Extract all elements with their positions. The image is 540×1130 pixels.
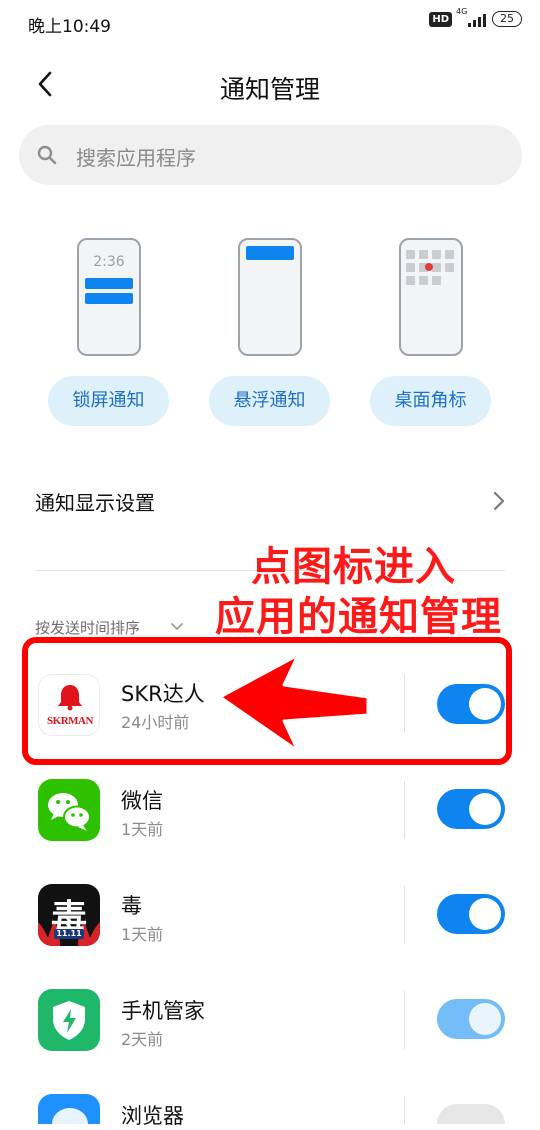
app-name: 手机管家 — [121, 999, 205, 1023]
search-input[interactable]: 搜索应用程序 — [19, 125, 522, 185]
search-placeholder: 搜索应用程序 — [76, 146, 196, 170]
app-time: 1天前 — [121, 820, 164, 839]
app-time: 2天前 — [121, 1030, 164, 1049]
annotation-line-2: 应用的通知管理 — [215, 594, 502, 640]
wechat-app-icon[interactable] — [38, 779, 100, 841]
status-time: 晚上10:49 — [28, 17, 111, 37]
app-name: 浏览器 — [121, 1104, 184, 1128]
du-app-icon[interactable]: 毒 11.11 — [38, 884, 100, 946]
lockscreen-preview-icon[interactable]: 2:36 — [77, 238, 141, 356]
separator — [404, 886, 405, 944]
floating-notification-button[interactable]: 悬浮通知 — [209, 376, 330, 426]
chevron-right-icon[interactable] — [492, 490, 506, 512]
separator — [404, 991, 405, 1049]
app-grid — [406, 250, 458, 285]
signal-icon: 4G — [456, 7, 486, 27]
status-icons: HD 4G 25 — [429, 7, 522, 27]
badge-preview-icon[interactable] — [399, 238, 463, 356]
lockscreen-notification-button[interactable]: 锁屏通知 — [48, 376, 169, 426]
toggle-knob — [469, 1003, 501, 1035]
notification-bar — [85, 293, 133, 304]
status-bar: 晚上10:49 HD 4G 25 — [0, 0, 540, 44]
sort-label[interactable]: 按发送时间排序 — [35, 617, 140, 638]
app-name: 微信 — [121, 789, 163, 813]
toggle-knob — [469, 793, 501, 825]
badge-dot-icon — [425, 263, 433, 271]
red-arrow-icon — [218, 653, 370, 753]
du-badge: 11.11 — [54, 929, 84, 939]
separator — [404, 781, 405, 839]
floating-bar — [246, 246, 294, 260]
toggle-knob — [469, 898, 501, 930]
security-notification-toggle[interactable] — [437, 999, 505, 1039]
shield-icon — [53, 1001, 85, 1040]
battery-icon: 25 — [492, 11, 522, 27]
security-app-icon[interactable] — [38, 989, 100, 1051]
browser-globe-icon — [52, 1108, 88, 1124]
badge-notification-button[interactable]: 桌面角标 — [370, 376, 491, 426]
page-title: 通知管理 — [219, 75, 320, 104]
preview-time: 2:36 — [93, 254, 125, 270]
browser-app-icon[interactable] — [38, 1094, 100, 1124]
sort-chevron-icon[interactable] — [170, 622, 184, 632]
wechat-notification-toggle[interactable] — [437, 789, 505, 829]
search-icon — [37, 145, 57, 165]
hd-icon: HD — [429, 11, 452, 27]
floating-preview-icon[interactable] — [238, 238, 302, 356]
notification-bar — [85, 278, 133, 289]
app-name: 毒 — [121, 894, 142, 918]
du-notification-toggle[interactable] — [437, 894, 505, 934]
wechat-bubbles-icon — [48, 793, 91, 831]
app-time: 1天前 — [121, 925, 164, 944]
network-type: 4G — [456, 7, 468, 16]
separator — [404, 1096, 405, 1124]
browser-notification-toggle[interactable] — [437, 1104, 505, 1124]
display-settings-label[interactable]: 通知显示设置 — [35, 487, 155, 516]
